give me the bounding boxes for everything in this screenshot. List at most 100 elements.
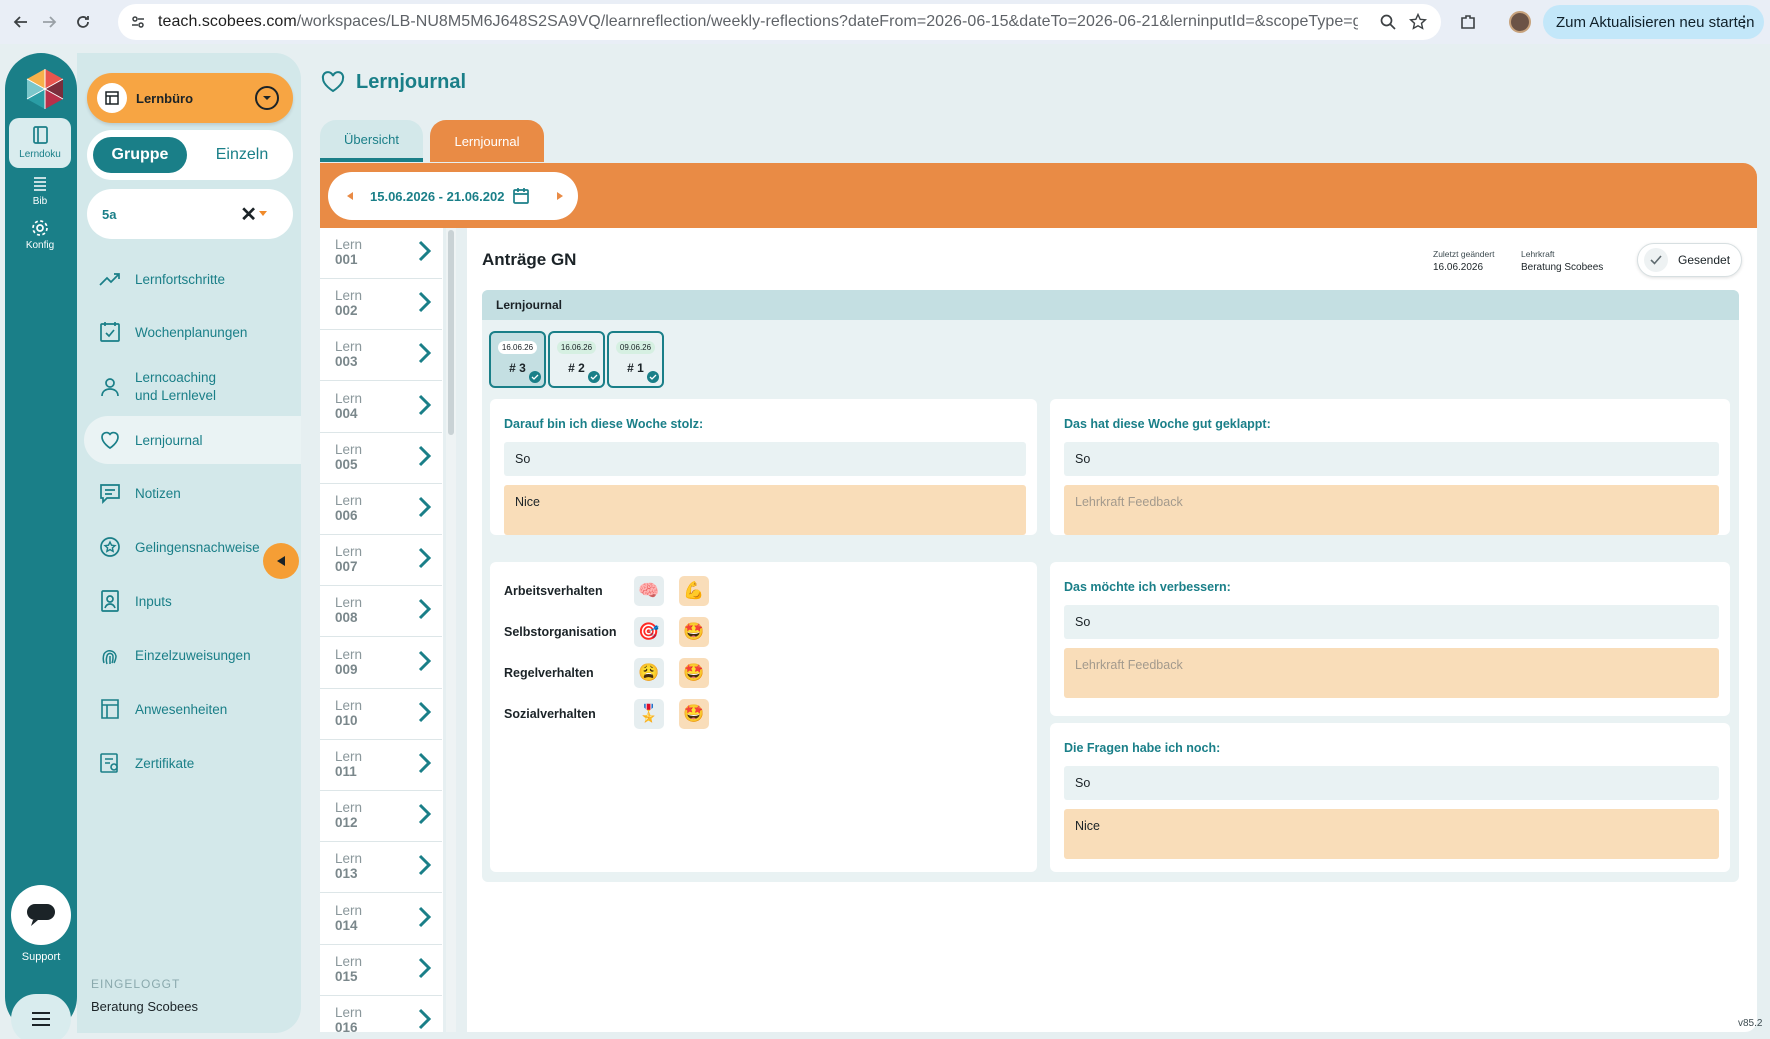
student-list-item[interactable]: Lern 001 [320,228,442,279]
class-select[interactable]: 5a ✕ [87,189,293,239]
bookmark-star-icon[interactable] [1409,13,1427,31]
rail-item-konfig[interactable]: Konfig [9,213,71,257]
zoom-icon[interactable] [1379,13,1397,31]
chevron-right-icon [418,854,432,876]
teacher-rating[interactable]: 🤩 [679,617,709,647]
student-name-line2: 011 [335,764,357,779]
browser-toolbar: teach.scobees.com/workspaces/LB-NU8M5M6J… [0,0,1770,44]
student-list-item[interactable]: Lern 013 [320,842,442,894]
more-vert-icon[interactable]: ⋮ [1736,12,1752,32]
nav-anwesenheiten[interactable]: Anwesenheiten [84,685,301,733]
nav-lernfortschritte[interactable]: Lernfortschritte [84,255,301,303]
scope-group-button[interactable]: Gruppe [93,137,187,173]
student-list-item[interactable]: Lern 007 [320,535,442,587]
reload-icon[interactable] [72,11,94,33]
profile-avatar[interactable] [1509,11,1531,33]
questions-feedback[interactable]: Nice [1064,809,1719,859]
chevron-right-icon [418,598,432,620]
entry-tab-3[interactable]: 16.06.26 # 3 [489,331,546,388]
student-name-line2: 001 [335,252,358,267]
clear-icon[interactable]: ✕ [240,202,257,227]
student-name-line2: 004 [335,405,358,421]
nav-lernjournal[interactable]: Lernjournal [84,416,301,464]
extensions-icon[interactable] [1459,13,1477,31]
scrollbar-thumb[interactable] [448,230,454,435]
student-list-item[interactable]: Lern 003 [320,330,442,382]
student-list-item[interactable]: Lern 010 [320,689,442,740]
date-range-picker[interactable]: 15.06.2026 - 21.06.202 [328,172,578,220]
update-button[interactable]: Zum Aktualisieren neu starten ⋮ [1543,5,1764,39]
support-button[interactable] [11,885,71,945]
nav-inputs[interactable]: Inputs [84,577,301,625]
behaviour-label: Regelverhalten [504,666,594,680]
student-list-item[interactable]: Lern 011 [320,740,442,791]
calendar-icon[interactable] [512,187,530,205]
student-list-item[interactable]: Lern 004 [320,382,442,433]
went-well-question: Das hat diese Woche gut geklappt: [1064,417,1271,431]
went-well-feedback[interactable]: Lehrkraft Feedback [1064,485,1719,535]
proud-question: Darauf bin ich diese Woche stolz: [504,417,704,431]
back-icon[interactable] [10,11,32,33]
student-list-item[interactable]: Lern 015 [320,945,442,996]
student-list-item[interactable]: Lern 016 [320,996,442,1032]
prev-week-icon[interactable] [346,191,354,201]
attendance-icon [98,697,122,721]
teacher-rating[interactable]: 💪 [679,576,709,606]
entry-date: 16.06.26 [556,341,597,354]
chevron-right-icon [418,1008,432,1030]
student-list-item[interactable]: Lern 005 [320,433,442,484]
teacher-value: Beratung Scobees [1521,262,1604,273]
tab-uebersicht[interactable]: Übersicht [320,120,423,162]
caret-down-icon[interactable] [259,211,267,216]
student-list-item[interactable]: Lern 012 [320,791,442,843]
student-list-item[interactable]: Lern 006 [320,484,442,535]
class-value: 5a [102,206,117,222]
next-week-icon[interactable] [556,191,564,201]
address-bar[interactable]: teach.scobees.com/workspaces/LB-NU8M5M6J… [118,4,1441,40]
journal-panel-title: Lernjournal [482,290,1739,320]
student-rating: 🧠 [634,576,664,606]
nav-gelingensnachweise[interactable]: Gelingensnachweise [84,523,264,571]
improve-feedback[interactable]: Lehrkraft Feedback [1064,648,1719,698]
rail-item-lerndoku[interactable]: Lerndoku [9,118,71,168]
teacher-rating[interactable]: 🤩 [679,658,709,688]
menu-button[interactable] [11,994,71,1039]
page-title-text: Lernjournal [356,70,467,93]
scope-single-button[interactable]: Einzeln [197,137,287,173]
last-changed-label: Zuletzt geändert [1433,249,1495,259]
chevron-down-icon[interactable] [255,86,279,110]
entry-tab-1[interactable]: 09.06.26 # 1 [607,331,664,388]
sidebar-collapse-button[interactable] [263,543,299,579]
nav-lerncoaching[interactable]: Lerncoaching und Lernlevel [84,361,301,413]
scobees-logo[interactable] [23,67,67,111]
sent-button[interactable]: Gesendet [1637,243,1742,277]
hamburger-icon [31,1011,51,1027]
tab-lernjournal[interactable]: Lernjournal [430,120,544,162]
behaviour-label: Sozialverhalten [504,707,596,721]
student-name-line2: 007 [335,559,358,575]
nav-notizen[interactable]: Notizen [84,469,301,517]
nav-zertifikate[interactable]: Zertifikate [84,739,301,787]
proud-feedback[interactable]: Nice [504,485,1026,535]
behaviour-label: Arbeitsverhalten [504,584,603,598]
room-selector[interactable]: Lernbüro [87,73,293,123]
student-list-item[interactable]: Lern 014 [320,894,442,945]
entry-tab-2[interactable]: 16.06.26 # 2 [548,331,605,388]
chevron-right-icon [418,496,432,518]
rail-item-bib[interactable]: Bib [9,169,71,213]
entry-number: # 3 [509,361,526,375]
student-list-item[interactable]: Lern 002 [320,279,442,331]
student-name-line2: 016 [335,1020,358,1032]
site-info-icon[interactable] [130,14,146,30]
rail-label-lerndoku: Lerndoku [19,149,61,160]
nav-einzelzuweisungen[interactable]: Einzelzuweisungen [84,631,301,679]
student-list-item[interactable]: Lern 009 [320,638,442,689]
rail-label-konfig: Konfig [25,240,55,251]
url-path: /workspaces/LB-NU8M5M6J648S2SA9VQ/learnr… [296,13,1358,30]
forward-icon[interactable] [38,11,60,33]
student-list-item[interactable]: Lern 008 [320,586,442,638]
rail-label-bib: Bib [32,196,48,207]
teacher-rating[interactable]: 🤩 [679,699,709,729]
nav-wochenplanungen[interactable]: Wochenplanungen [84,308,301,356]
student-list-scrollbar[interactable] [446,228,456,1032]
